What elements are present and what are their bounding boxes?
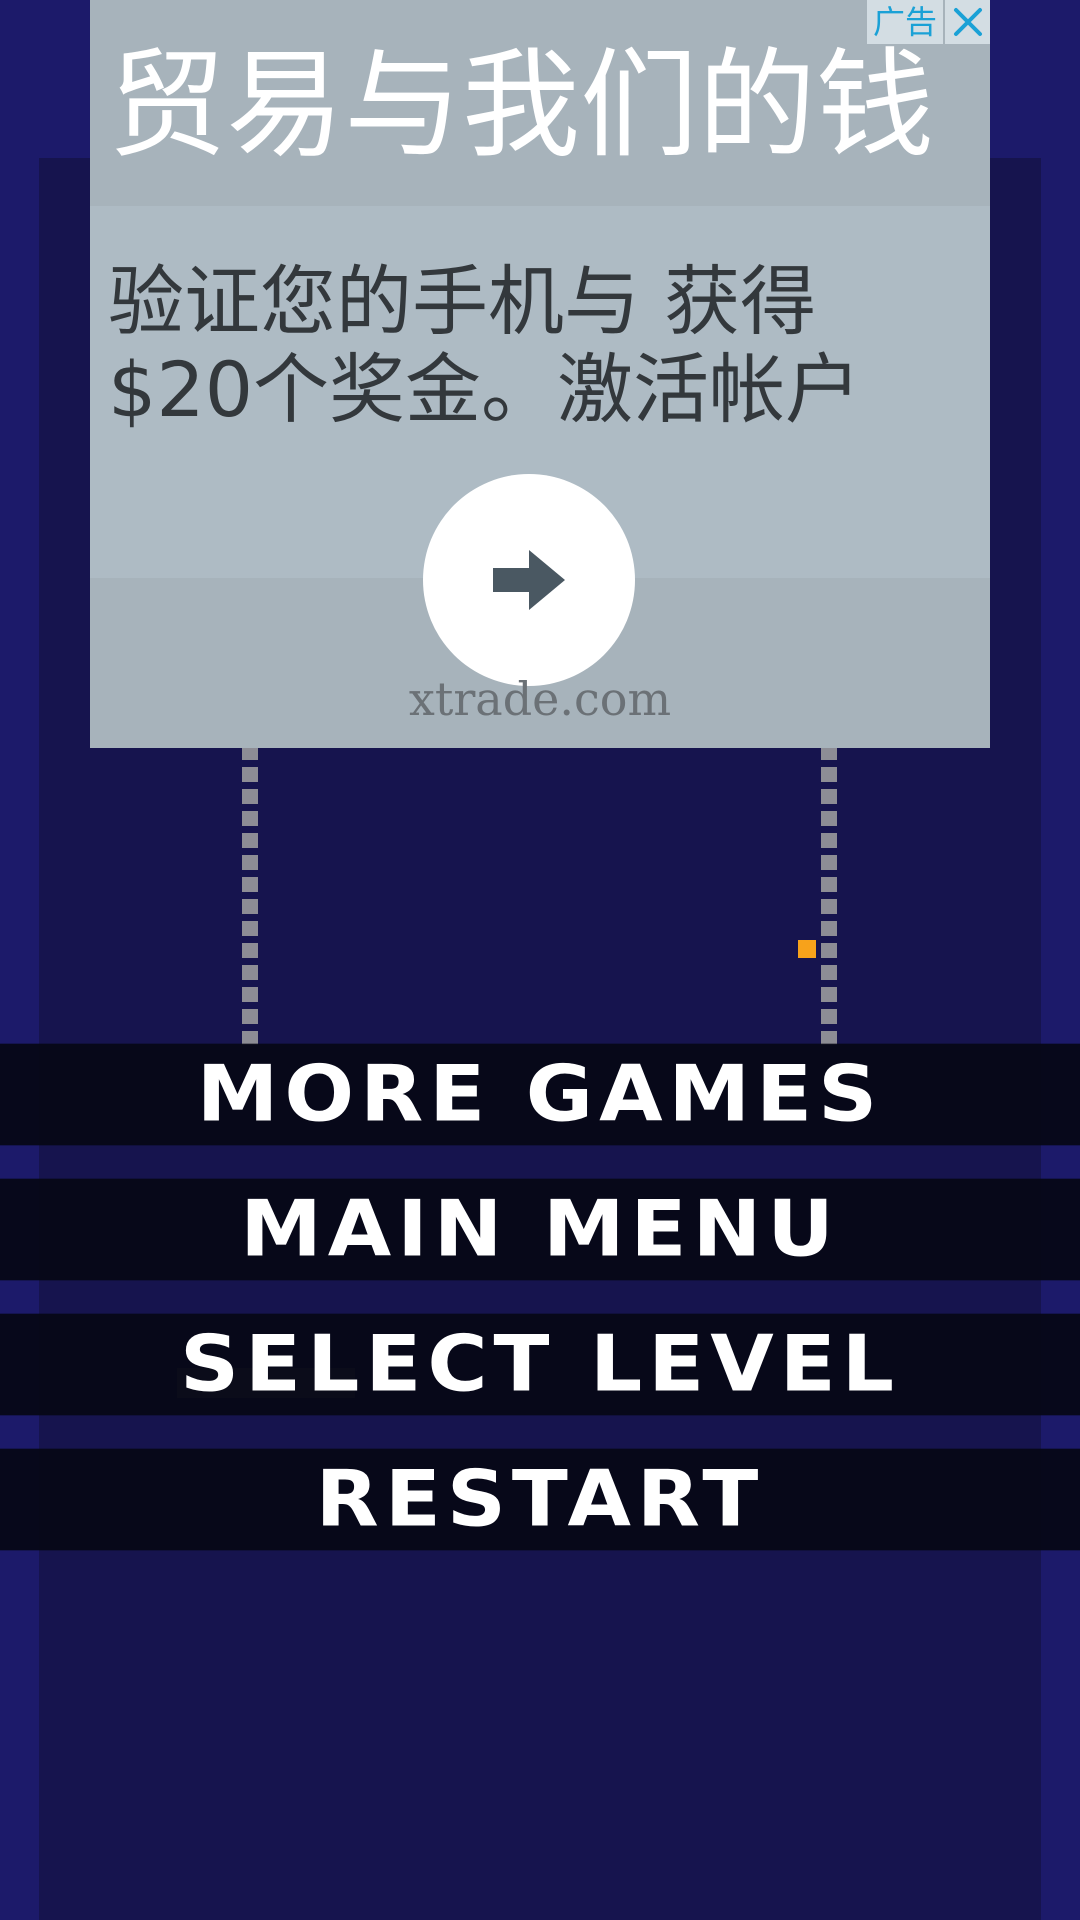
restart-button[interactable]: RESTART [0,1448,1080,1551]
ad-body-line-1: 验证您的手机与 获得 [108,257,817,346]
game-screen: MORE GAMES MAIN MENU SELECT LEVEL RESTAR… [0,0,1080,1920]
main-menu-button[interactable]: MAIN MENU [0,1178,1080,1281]
ad-domain[interactable]: xtrade.com [90,672,990,726]
left-wall [242,745,258,1045]
close-icon [954,8,982,36]
ad-body-text: 验证您的手机与 获得 $20个奖金。激活帐户 [108,258,968,434]
ad-headline: 贸易与我们的钱 [108,36,935,174]
more-games-button[interactable]: MORE GAMES [0,1043,1080,1146]
player-block [798,940,816,958]
ad-close-button[interactable] [945,0,990,44]
ad-cta-button[interactable] [423,474,635,686]
arrow-right-icon [493,550,565,610]
ad-label-badge[interactable]: 广告 [867,0,943,44]
select-level-button[interactable]: SELECT LEVEL [0,1313,1080,1416]
right-wall [821,745,837,1045]
ad-banner[interactable]: 贸易与我们的钱 验证您的手机与 获得 $20个奖金。激活帐户 xtrade.co… [90,0,990,748]
ad-body-line-2: $20个奖金。激活帐户 [108,345,862,434]
